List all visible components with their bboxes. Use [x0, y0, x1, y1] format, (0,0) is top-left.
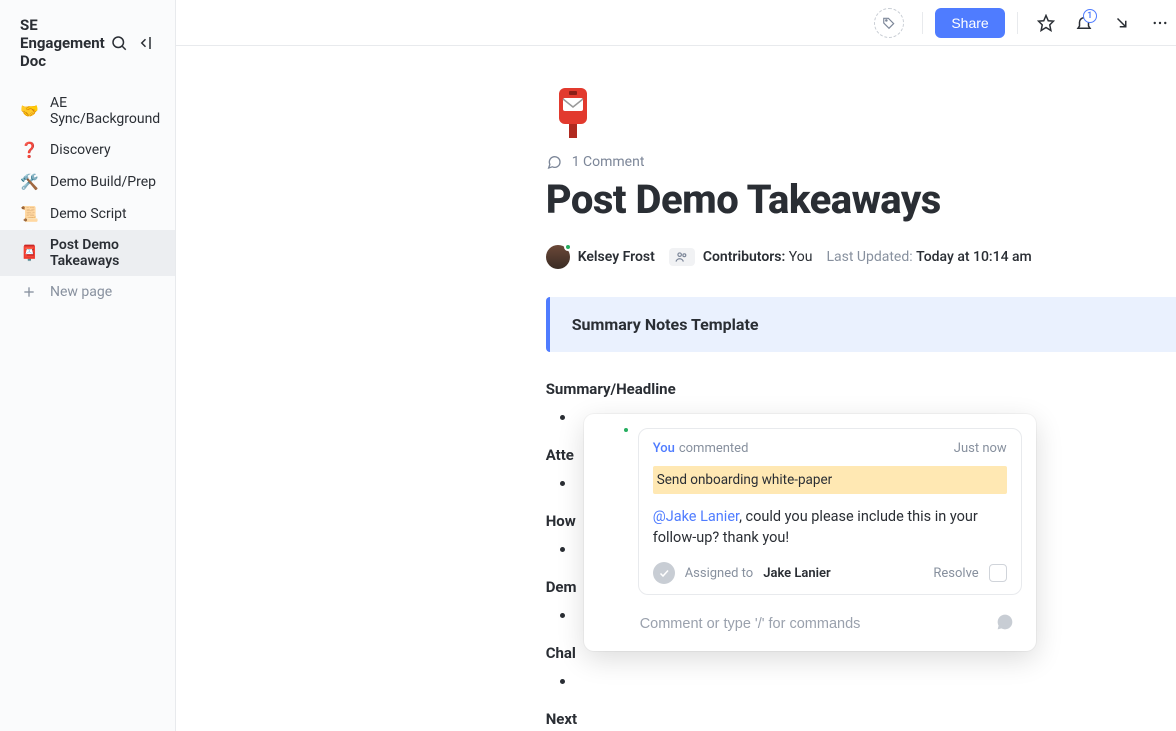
comment-count[interactable]: 1 Comment [546, 154, 1176, 170]
sidebar-item-label: AE Sync/Background [50, 95, 161, 127]
sidebar: SE Engagement Doc 🤝 AE Sync/Background ❓… [0, 0, 176, 731]
contributors-value: You [789, 249, 813, 265]
page-emoji-postbox[interactable] [546, 86, 600, 140]
comment-input[interactable] [640, 616, 984, 632]
doc-title: SE Engagement Doc [20, 16, 105, 70]
main: Share 1 Aa [176, 0, 1176, 731]
handshake-icon: 🤝 [20, 102, 38, 120]
favorite-icon[interactable] [1030, 7, 1062, 39]
mailbox-icon: 📮 [20, 244, 38, 262]
section-next[interactable]: Next Send onboarding white-paper [546, 710, 1176, 731]
plus-icon [20, 283, 38, 301]
download-icon[interactable] [1106, 7, 1138, 39]
contributors-icon [669, 248, 695, 266]
comment-action: commented [679, 441, 749, 456]
comment-time: Just now [954, 441, 1007, 456]
divider [1017, 12, 1018, 34]
sidebar-item-label: Demo Build/Prep [50, 174, 156, 190]
share-button[interactable]: Share [935, 8, 1004, 38]
contributors[interactable]: Contributors: You [669, 248, 813, 266]
mention[interactable]: @Jake Lanier [653, 508, 739, 525]
section-heading: Next [546, 710, 1176, 728]
last-updated: Last Updated: Today at 10:14 am [826, 249, 1031, 265]
sidebar-list: 🤝 AE Sync/Background ❓ Discovery 🛠️ Demo… [0, 84, 175, 312]
resolve-checkbox[interactable] [989, 564, 1007, 582]
new-page-label: New page [50, 284, 112, 300]
assigned-label: Assigned to [685, 566, 754, 581]
author[interactable]: Kelsey Frost [546, 245, 655, 269]
list-item[interactable] [576, 670, 1176, 692]
comment-count-label: 1 Comment [572, 154, 645, 170]
sidebar-item-label: Demo Script [50, 206, 127, 222]
send-comment-icon[interactable] [994, 611, 1020, 637]
sidebar-item-post-demo[interactable]: 📮 Post Demo Takeaways [0, 230, 175, 276]
collapse-sidebar-icon[interactable] [133, 29, 161, 57]
assignee-name[interactable]: Jake Lanier [763, 566, 831, 581]
presence-dot [564, 243, 572, 251]
notifications-icon[interactable]: 1 [1068, 7, 1100, 39]
sidebar-new-page[interactable]: New page [0, 276, 175, 308]
assigned-check-icon [653, 562, 675, 584]
comment-header: You commented Just now [653, 441, 1007, 456]
updated-label: Last Updated: [826, 249, 912, 265]
comment-card: You commented Just now Send onboarding wh… [638, 428, 1022, 595]
topbar: Share 1 [176, 0, 1176, 46]
updated-value: Today at 10:14 am [916, 249, 1032, 265]
comment-input-row [584, 599, 1036, 651]
sidebar-item-label: Discovery [50, 142, 111, 158]
scroll-icon: 📜 [20, 205, 38, 223]
commenter-you: You [653, 441, 675, 456]
tools-icon: 🛠️ [20, 173, 38, 191]
comment-quote: Send onboarding white-paper [653, 466, 1007, 494]
commenter-avatar [598, 428, 628, 458]
sidebar-item-label: Post Demo Takeaways [50, 237, 161, 269]
comment-footer: Assigned to Jake Lanier Resolve [653, 562, 1007, 584]
author-name: Kelsey Frost [578, 249, 655, 265]
resolve-label[interactable]: Resolve [933, 566, 978, 581]
sidebar-item-demo-script[interactable]: 📜 Demo Script [0, 198, 175, 230]
document: 1 Comment Post Demo Takeaways Kelsey Fro… [546, 86, 1176, 731]
section-heading: Summary/Headline [546, 380, 1176, 398]
section-challenges[interactable]: Chal [546, 644, 1176, 692]
presence-dot [622, 426, 630, 434]
contributors-label: Contributors: [703, 249, 785, 265]
comment-message: @Jake Lanier, could you please include t… [653, 506, 1007, 548]
comment-popover: You commented Just now Send onboarding wh… [584, 414, 1036, 651]
divider [922, 12, 923, 34]
search-icon[interactable] [105, 29, 133, 57]
doc-scroll[interactable]: 1 Comment Post Demo Takeaways Kelsey Fro… [176, 46, 1176, 731]
sidebar-item-ae-sync[interactable]: 🤝 AE Sync/Background [0, 88, 175, 134]
meta-row: Kelsey Frost Contributors: You Last Upda… [546, 245, 1176, 269]
sidebar-item-demo-build[interactable]: 🛠️ Demo Build/Prep [0, 166, 175, 198]
page-title[interactable]: Post Demo Takeaways [546, 176, 1176, 223]
question-icon: ❓ [20, 141, 38, 159]
callout-summary-template[interactable]: Summary Notes Template [546, 297, 1176, 352]
author-avatar [546, 245, 570, 269]
sidebar-header: SE Engagement Doc [0, 10, 175, 84]
tag-button[interactable] [874, 8, 904, 38]
sidebar-item-discovery[interactable]: ❓ Discovery [0, 134, 175, 166]
notification-badge: 1 [1083, 9, 1097, 23]
more-menu-icon[interactable] [1144, 7, 1176, 39]
